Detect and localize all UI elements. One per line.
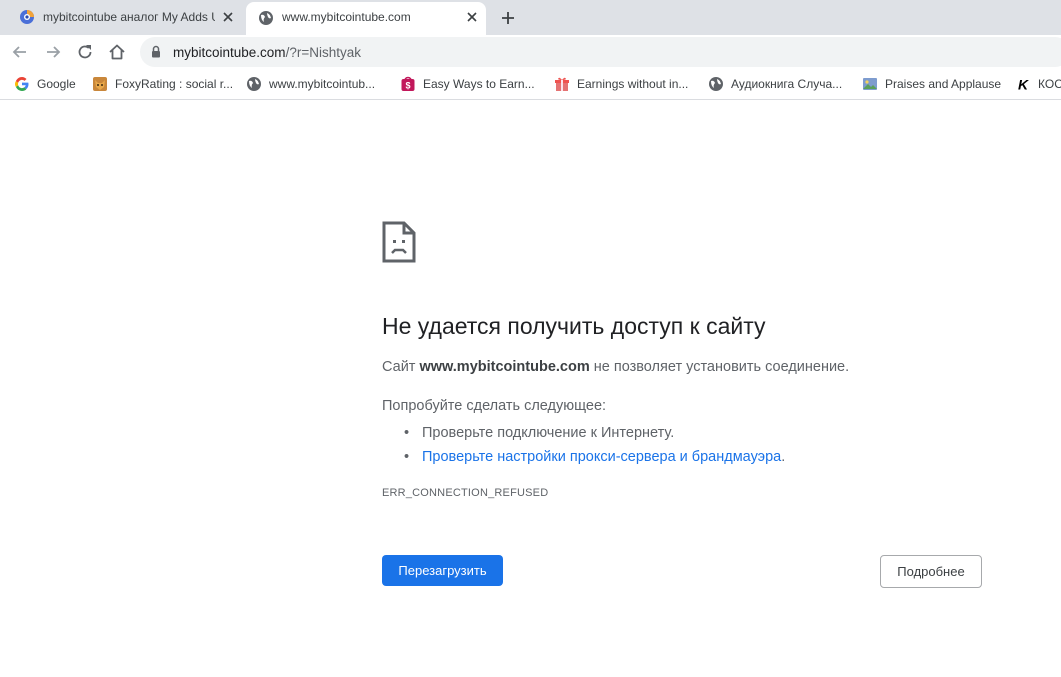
- error-title: Не удается получить доступ к сайту: [382, 313, 766, 339]
- desc-suffix: не позволяет установить соединение.: [589, 359, 850, 375]
- address-bar[interactable]: mybitcointube.com/?r=Nishtyak: [140, 37, 1061, 67]
- tab-mybitcointube-analog[interactable]: mybitcointube аналог My Adds U: [0, 0, 244, 35]
- suggestions-list: Проверьте подключение к Интернету. Прове…: [404, 421, 785, 469]
- foxyrating-icon: [93, 77, 107, 91]
- bookmark-mybitcointube[interactable]: www.mybitcointub...: [246, 76, 375, 92]
- details-button[interactable]: Подробнее: [880, 555, 982, 588]
- reload-button[interactable]: Перезагрузить: [382, 555, 503, 586]
- bookmarks-bar: Google FoxyRating : social r... www.mybi…: [0, 69, 1061, 100]
- close-icon[interactable]: [220, 9, 236, 25]
- sad-page-icon: [382, 221, 416, 263]
- globe-icon: [709, 77, 723, 91]
- reload-icon[interactable]: [75, 42, 95, 62]
- bookmark-label: FoxyRating : social r...: [115, 77, 234, 91]
- tab-mybitcointube[interactable]: www.mybitcointube.com: [246, 2, 486, 35]
- globe-icon: [247, 77, 261, 91]
- error-code: ERR_CONNECTION_REFUSED: [382, 487, 549, 499]
- list-item: Проверьте настройки прокси-сервера и бра…: [404, 445, 785, 469]
- k-icon: K: [1018, 77, 1029, 93]
- bookmark-label: Google: [37, 77, 76, 91]
- globe-icon: [259, 11, 273, 25]
- tab-title: mybitcointube аналог My Adds U: [43, 10, 215, 24]
- suggestion-end: .: [781, 449, 786, 465]
- proxy-settings-link[interactable]: Проверьте настройки прокси-сервера и бра…: [422, 449, 781, 465]
- gift-icon: [555, 77, 569, 91]
- desc-host: www.mybitcointube.com: [419, 359, 590, 375]
- toolbar: mybitcointube.com/?r=Nishtyak: [0, 35, 1061, 69]
- picture-icon: [863, 78, 877, 90]
- bookmark-earnings[interactable]: Earnings without in...: [554, 76, 688, 92]
- bookmark-easy-ways[interactable]: $ Easy Ways to Earn...: [400, 76, 535, 92]
- bookmark-label: Аудиокнига Случа...: [731, 77, 843, 91]
- url-text[interactable]: mybitcointube.com/?r=Nishtyak: [173, 45, 361, 60]
- bookmark-audiobook[interactable]: Аудиокнига Случа...: [708, 76, 842, 92]
- bookmark-foxyrating[interactable]: FoxyRating : social r...: [92, 76, 233, 92]
- svg-text:K: K: [1018, 77, 1029, 93]
- suggestion-text: Проверьте подключение к Интернету.: [422, 425, 675, 441]
- firefox-style-icon: [20, 10, 34, 24]
- bookmark-label: Praises and Applause: [885, 77, 1002, 91]
- list-item: Проверьте подключение к Интернету.: [404, 421, 785, 445]
- dollar-bag-icon: $: [401, 76, 415, 91]
- google-icon: [15, 77, 29, 91]
- suggestions-heading: Попробуйте сделать следующее:: [382, 398, 607, 414]
- new-tab-plus-icon[interactable]: [498, 8, 518, 28]
- bookmark-label: КОС: [1038, 77, 1061, 91]
- bookmark-kos[interactable]: K КОС: [1015, 76, 1061, 93]
- error-page: Не удается получить доступ к сайту Сайт …: [0, 101, 1061, 677]
- error-description: Сайт www.mybitcointube.com не позволяет …: [382, 358, 849, 376]
- bookmark-label: Easy Ways to Earn...: [423, 77, 535, 91]
- bookmark-label: www.mybitcointub...: [269, 77, 376, 91]
- desc-prefix: Сайт: [382, 359, 420, 375]
- bookmark-label: Earnings without in...: [577, 77, 689, 91]
- home-icon[interactable]: [107, 42, 127, 62]
- svg-text:$: $: [405, 81, 410, 91]
- tab-title: www.mybitcointube.com: [282, 10, 411, 24]
- tab-strip: mybitcointube аналог My Adds U www.mybit…: [0, 0, 1061, 35]
- close-icon[interactable]: [464, 9, 480, 25]
- bookmark-praises[interactable]: Praises and Applause: [862, 76, 1001, 92]
- lock-icon[interactable]: [151, 45, 161, 58]
- back-arrow-icon[interactable]: [10, 42, 30, 62]
- url-path: /?r=Nishtyak: [285, 45, 361, 60]
- bookmark-google[interactable]: Google: [14, 76, 76, 92]
- forward-arrow-icon[interactable]: [43, 42, 63, 62]
- url-host: mybitcointube.com: [173, 45, 286, 60]
